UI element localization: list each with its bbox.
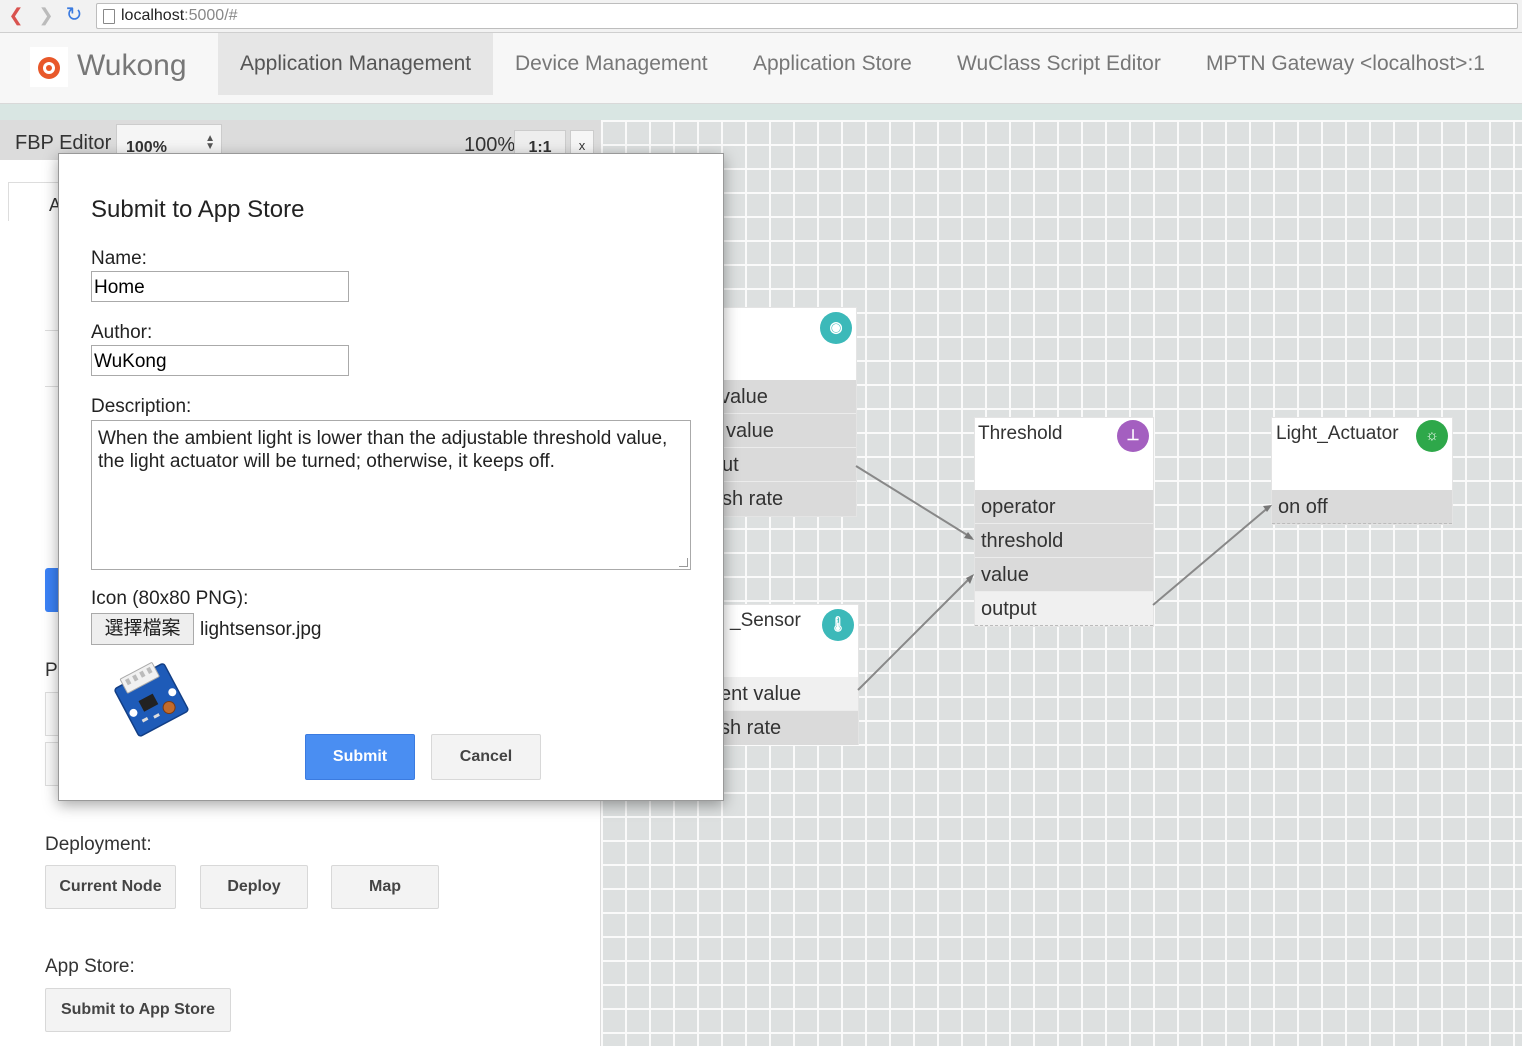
port[interactable]: operator xyxy=(975,490,1153,524)
name-label: Name: xyxy=(91,248,147,269)
node-title: Threshold xyxy=(978,423,1063,444)
port[interactable]: on off xyxy=(1272,490,1452,524)
brand-name: Wukong xyxy=(77,49,187,82)
reload-icon[interactable]: ↻ xyxy=(64,4,84,26)
cancel-button[interactable]: Cancel xyxy=(431,734,541,780)
fbp-editor-title: FBP Editor xyxy=(15,132,112,154)
resize-grip-icon[interactable] xyxy=(679,558,688,567)
page-icon xyxy=(103,9,115,24)
light-actuator-node[interactable]: Light_Actuator ☼ on off xyxy=(1272,418,1452,524)
choose-file-button[interactable]: 選擇檔案 xyxy=(91,613,194,645)
light-sensor-image xyxy=(114,662,189,737)
browser-toolbar: ❮ ❯ ↻ localhost:5000/# xyxy=(0,0,1522,33)
current-node-button[interactable]: Current Node xyxy=(45,865,176,909)
slider-icon: ◉ xyxy=(820,312,852,344)
submit-app-store-dialog: Submit to App Store Name: Home Author: W… xyxy=(58,153,724,801)
app-navbar: Wukong Application Management Device Man… xyxy=(0,33,1522,104)
node-title: _Sensor xyxy=(730,610,801,631)
nav-application-management[interactable]: Application Management xyxy=(218,33,494,95)
nav-wuclass-script-editor[interactable]: WuClass Script Editor xyxy=(935,33,1183,95)
url-text: localhost:5000/# xyxy=(121,7,238,24)
name-field[interactable]: Home xyxy=(91,271,349,302)
back-arrow-icon[interactable]: ❮ xyxy=(6,4,26,26)
address-bar[interactable]: localhost:5000/# xyxy=(96,3,1518,29)
map-button[interactable]: Map xyxy=(331,865,439,909)
app-store-label: App Store: xyxy=(45,956,135,977)
threshold-node[interactable]: Threshold ⊥ operator threshold value out… xyxy=(975,418,1153,626)
forward-arrow-icon[interactable]: ❯ xyxy=(36,4,56,26)
node-title: Light_Actuator xyxy=(1276,423,1399,444)
deploy-button[interactable]: Deploy xyxy=(200,865,308,909)
selected-file-name: lightsensor.jpg xyxy=(200,619,322,640)
icon-label: Icon (80x80 PNG): xyxy=(91,588,249,609)
submit-button[interactable]: Submit xyxy=(305,734,415,780)
port[interactable]: threshold xyxy=(975,524,1153,558)
bulb-icon: ☼ xyxy=(1416,420,1448,452)
port[interactable]: output xyxy=(975,592,1153,626)
port[interactable]: value xyxy=(975,558,1153,592)
description-label: Description: xyxy=(91,396,192,417)
wukong-logo-icon xyxy=(30,47,68,87)
tab-peek[interactable]: A xyxy=(8,182,62,221)
description-textarea[interactable]: When the ambient light is lower than the… xyxy=(91,420,691,570)
dialog-title: Submit to App Store xyxy=(91,196,305,223)
nav-mptn-gateway[interactable]: MPTN Gateway <localhost>:1 xyxy=(1184,33,1507,95)
select-arrows-icon: ▲ ▼ xyxy=(205,133,215,152)
section-label-peek: P xyxy=(45,660,58,681)
submit-to-app-store-button[interactable]: Submit to App Store xyxy=(45,988,231,1032)
threshold-icon: ⊥ xyxy=(1117,420,1149,452)
author-label: Author: xyxy=(91,322,153,343)
nav-device-management[interactable]: Device Management xyxy=(493,33,730,95)
author-field[interactable]: WuKong xyxy=(91,345,349,376)
nav-application-store[interactable]: Application Store xyxy=(731,33,934,95)
thermometer-icon: 🌡 xyxy=(822,609,854,641)
navbar-divider xyxy=(0,104,1522,120)
deployment-label: Deployment: xyxy=(45,834,152,855)
